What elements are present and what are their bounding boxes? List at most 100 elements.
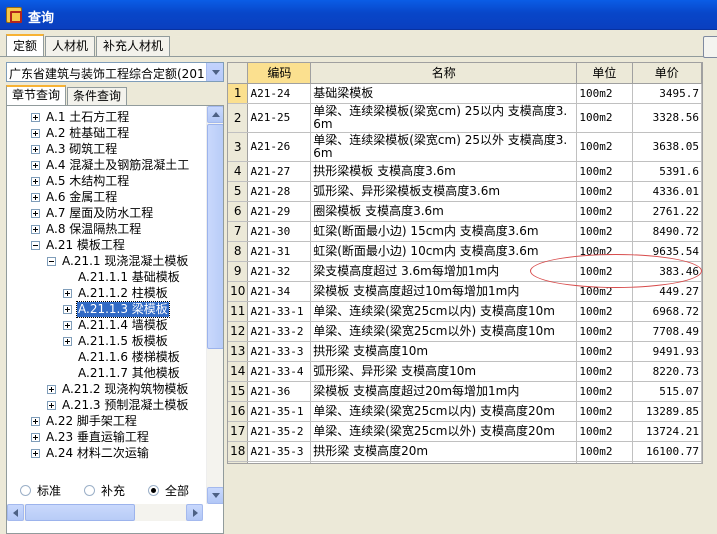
tree-vertical-scrollbar[interactable]: [206, 106, 223, 504]
tree-node[interactable]: A.21.1.6 楼梯模板: [7, 350, 203, 366]
table-row[interactable]: 9 A21-32 梁支模高度超过 3.6m每增加1m内 100m2 383.46: [228, 261, 702, 282]
table-row[interactable]: 7 A21-30 虹梁(断面最小边) 15cm内 支模高度3.6m 100m2 8490…: [228, 221, 702, 242]
expand-plus-icon[interactable]: [31, 193, 40, 202]
table-row[interactable]: 10 A21-34 梁模板 支模高度超过10m每增加1m内 100m2 449.27: [228, 281, 702, 302]
expand-plus-icon[interactable]: [31, 145, 40, 154]
expand-plus-icon[interactable]: [31, 225, 40, 234]
tree-node[interactable]: A.2 桩基础工程: [7, 126, 203, 142]
table-row[interactable]: 4 A21-27 拱形梁模板 支模高度3.6m 100m2 5391.6: [228, 161, 702, 182]
table-row[interactable]: 2 A21-25 单梁、连续梁模板(梁宽cm) 25以内 支模高度3.6m 100m2…: [228, 103, 702, 133]
tree-node[interactable]: A.3 砌筑工程: [7, 142, 203, 158]
expand-plus-icon[interactable]: [31, 433, 40, 442]
table-row[interactable]: 14 A21-33-4 弧形梁、异形梁 支模高度10m 100m2 8220.73: [228, 361, 702, 382]
col-header-unit[interactable]: 单位: [576, 63, 633, 84]
table-row[interactable]: 11 A21-33-1 单梁、连续梁(梁宽25cm以内) 支模高度10m 100m2 6…: [228, 301, 702, 322]
tree-node[interactable]: A.21.1.1 基础模板: [7, 270, 203, 286]
tree-node[interactable]: A.21.1.4 墙模板: [7, 318, 203, 334]
quota-library-select[interactable]: 广东省建筑与装饰工程综合定额(201: [6, 62, 224, 82]
col-header-code[interactable]: 编码: [247, 63, 312, 84]
table-row[interactable]: 8 A21-31 虹梁(断面最小边) 10cm内 支模高度3.6m 100m2 9635…: [228, 241, 702, 262]
expand-plus-icon[interactable]: [63, 321, 72, 330]
chevron-down-icon[interactable]: [206, 63, 223, 81]
collapse-minus-icon[interactable]: [31, 241, 40, 250]
radio-all-dot[interactable]: [148, 485, 159, 496]
tree-node[interactable]: A.4 混凝土及钢筋混凝土工: [7, 158, 203, 174]
tree-node[interactable]: A.21.1.2 柱模板: [7, 286, 203, 302]
tab-condition-query[interactable]: 条件查询: [67, 87, 128, 105]
expand-plus-icon[interactable]: [31, 417, 40, 426]
tree-node-label: A.21.1.6 楼梯模板: [78, 350, 180, 364]
scope-radio-group: 标准 补充 全部: [6, 480, 224, 504]
tree-node[interactable]: A.21.2 现浇构筑物模板: [7, 382, 203, 398]
table-row[interactable]: 3 A21-26 单梁、连续梁模板(梁宽cm) 25以外 支模高度3.6m 100m2…: [228, 132, 702, 162]
tree-node[interactable]: A.23 垂直运输工程: [7, 430, 203, 446]
table-row[interactable]: 19A21-35-4弧形梁、异形梁 支模高度20m100m214669.31: [228, 461, 702, 463]
table-row[interactable]: 6 A21-29 圈梁模板 支模高度3.6m 100m2 2761.22: [228, 201, 702, 222]
radio-all[interactable]: 全部: [148, 484, 189, 500]
table-row[interactable]: 13 A21-33-3 拱形梁 支模高度10m 100m2 9491.93: [228, 341, 702, 362]
radio-supplement-dot[interactable]: [84, 485, 95, 496]
side-button[interactable]: [703, 36, 717, 58]
horizontal-scroll-thumb[interactable]: [25, 504, 135, 521]
tab-labor-material-machine[interactable]: 人材机: [45, 36, 96, 56]
scroll-up-icon[interactable]: [207, 106, 223, 123]
expand-plus-icon[interactable]: [63, 305, 72, 314]
table-row[interactable]: 17 A21-35-2 单梁、连续梁(梁宽25cm以外) 支模高度20m 100m2 1…: [228, 421, 702, 442]
tree-node[interactable]: A.8 保温隔热工程: [7, 222, 203, 238]
expand-plus-icon[interactable]: [31, 161, 40, 170]
table-row[interactable]: 18 A21-35-3 拱形梁 支模高度20m 100m2 16100.77: [228, 441, 702, 462]
radio-supplement[interactable]: 补充: [84, 484, 125, 500]
tree-node[interactable]: A.6 金属工程: [7, 190, 203, 206]
tree-horizontal-scrollbar[interactable]: [7, 504, 203, 521]
row-number: 9: [228, 261, 249, 282]
cell-name: 单梁、连续梁(梁宽25cm以内) 支模高度20m: [310, 401, 578, 422]
expand-plus-icon[interactable]: [63, 337, 72, 346]
tree-node-label: A.7 屋面及防水工程: [46, 206, 154, 220]
tree-node[interactable]: A.22 脚手架工程: [7, 414, 203, 430]
expand-plus-icon[interactable]: [31, 129, 40, 138]
expand-plus-icon[interactable]: [31, 113, 40, 122]
title-bar[interactable]: 查询: [0, 0, 717, 30]
collapse-minus-icon[interactable]: [47, 257, 56, 266]
cell-code: A21-35-4: [247, 461, 312, 463]
tab-supplementary[interactable]: 补充人材机: [96, 36, 171, 56]
cell-price: 4336.01: [632, 181, 702, 202]
tree-node-label: A.21.1.5 板模板: [78, 334, 168, 348]
expand-plus-icon[interactable]: [31, 449, 40, 458]
tree-node[interactable]: A.21.1 现浇混凝土模板: [7, 254, 203, 270]
tree-node[interactable]: A.21.1.3 梁模板: [7, 301, 203, 318]
table-row[interactable]: 12 A21-33-2 单梁、连续梁(梁宽25cm以外) 支模高度10m 100m2 7…: [228, 321, 702, 342]
col-header-name[interactable]: 名称: [310, 63, 578, 84]
col-header-price[interactable]: 单价: [632, 63, 702, 84]
tree-node[interactable]: A.7 屋面及防水工程: [7, 206, 203, 222]
scroll-right-icon[interactable]: [186, 504, 203, 521]
tree-node[interactable]: A.21.3 预制混凝土模板: [7, 398, 203, 414]
radio-standard-dot[interactable]: [20, 485, 31, 496]
tab-quota[interactable]: 定额: [6, 34, 45, 56]
tree-node[interactable]: A.21 模板工程: [7, 238, 203, 254]
row-number: 19: [228, 461, 249, 463]
table-row[interactable]: 16 A21-35-1 单梁、连续梁(梁宽25cm以内) 支模高度20m 100m2 1…: [228, 401, 702, 422]
tab-chapter-query[interactable]: 章节查询: [6, 85, 67, 105]
tree-node-label: A.21.1.7 其他模板: [78, 366, 180, 380]
scroll-left-icon[interactable]: [7, 504, 24, 521]
expand-plus-icon[interactable]: [63, 289, 72, 298]
scroll-thumb[interactable]: [207, 124, 223, 349]
tree-node-label: A.23 垂直运输工程: [46, 430, 149, 444]
cell-price: 9491.93: [632, 341, 702, 362]
table-row[interactable]: 1 A21-24 基础梁模板 100m2 3495.7: [228, 83, 702, 104]
table-row[interactable]: 5 A21-28 弧形梁、异形梁模板支模高度3.6m 100m2 4336.01: [228, 181, 702, 202]
cell-price: 3328.56: [632, 103, 702, 133]
radio-standard[interactable]: 标准: [20, 484, 61, 500]
expand-plus-icon[interactable]: [47, 401, 56, 410]
table-row[interactable]: 15 A21-36 梁模板 支模高度超过20m每增加1m内 100m2 515.07: [228, 381, 702, 402]
tree-node[interactable]: A.21.1.7 其他模板: [7, 366, 203, 382]
expand-plus-icon[interactable]: [31, 177, 40, 186]
tree-node[interactable]: A.5 木结构工程: [7, 174, 203, 190]
tree-node[interactable]: A.21.1.5 板模板: [7, 334, 203, 350]
tree-node[interactable]: A.24 材料二次运输: [7, 446, 203, 462]
tree-node[interactable]: A.1 土石方工程: [7, 110, 203, 126]
expand-plus-icon[interactable]: [31, 209, 40, 218]
expand-plus-icon[interactable]: [47, 385, 56, 394]
row-number: 18: [228, 441, 249, 462]
